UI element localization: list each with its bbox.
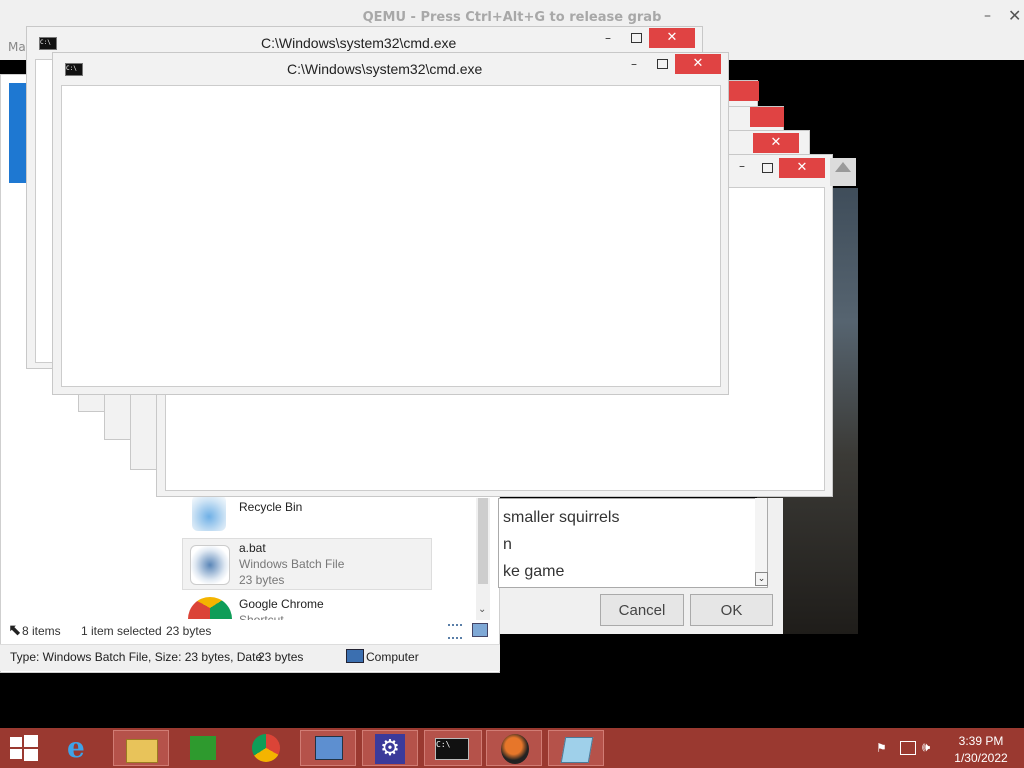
taskbar-chrome[interactable] (238, 730, 294, 766)
maximize-button[interactable] (657, 59, 668, 69)
close-button[interactable]: ✕ (753, 133, 799, 153)
file-type: Windows Batch File (239, 557, 345, 571)
qemu-icon (501, 734, 529, 764)
maximize-button[interactable] (762, 163, 773, 173)
taskbar-settings[interactable]: ⚙ (362, 730, 418, 766)
file-name: a.bat (239, 541, 266, 555)
cmd-icon: C:\ (65, 63, 83, 76)
notepad-icon (560, 737, 594, 763)
taskbar-cmd[interactable]: C:\ (424, 730, 482, 766)
minimize-button[interactable]: – (739, 159, 745, 173)
scroll-down-arrow-icon[interactable]: ⌄ (478, 604, 486, 615)
taskbar-internet-explorer[interactable]: e (54, 730, 110, 766)
scrollbar-thumb[interactable] (478, 498, 488, 584)
cmd-icon: C:\ (435, 738, 469, 760)
explorer-details-bar: Type: Windows Batch File, Size: 23 bytes… (0, 644, 500, 671)
system-clock[interactable]: 3:39 PM 1/30/2022 (946, 733, 1016, 767)
settings-gear-icon: ⚙ (375, 734, 405, 764)
choice-listbox[interactable]: smaller squirrels n ke game (498, 498, 768, 588)
close-button[interactable]: ✕ (675, 54, 721, 74)
close-button[interactable]: ✕ (779, 158, 825, 178)
list-item[interactable]: smaller squirrels (503, 509, 619, 527)
windows-start-icon[interactable] (10, 735, 38, 761)
taskbar-file-explorer[interactable] (113, 730, 169, 766)
recycle-bin-icon (192, 495, 226, 531)
taskbar-qemu[interactable] (486, 730, 542, 766)
selection-size: 23 bytes (166, 624, 212, 638)
ok-button[interactable]: OK (690, 594, 773, 626)
store-icon (190, 736, 216, 760)
file-google-chrome[interactable]: Google Chrome Shortcut (239, 596, 324, 620)
file-a-bat-text: a.bat Windows Batch File 23 bytes (239, 540, 344, 588)
qemu-minimize-button[interactable]: – (984, 8, 991, 24)
close-button[interactable]: ✕ (649, 28, 695, 48)
cmd-icon: C:\ (39, 37, 57, 50)
maximize-button[interactable] (631, 33, 642, 43)
network-icon[interactable] (900, 741, 916, 755)
qemu-close-button[interactable]: ✕ (1008, 6, 1021, 25)
details-location: Computer (366, 650, 419, 664)
minimize-button[interactable]: – (605, 31, 611, 45)
explorer-scrollbar[interactable]: ⌄ (476, 498, 490, 620)
chrome-icon (252, 734, 280, 762)
details-type-info: Type: Windows Batch File, Size: 23 bytes… (10, 650, 263, 664)
window-title: C:\Windows\system32\cmd.exe (261, 35, 457, 51)
taskbar-store[interactable] (176, 730, 232, 766)
clock-date: 1/30/2022 (954, 751, 1008, 765)
qemu-title-text: QEMU - Press Ctrl+Alt+G to release grab (362, 10, 662, 25)
close-button[interactable] (750, 107, 784, 127)
internet-explorer-icon: e (67, 731, 85, 764)
explorer-status-bar: ⬉ 8 items 1 item selected 23 bytes (8, 622, 488, 642)
volume-icon[interactable]: 🕪 (922, 740, 930, 755)
file-explorer-icon (126, 739, 158, 763)
taskbar-notepad[interactable] (548, 730, 604, 766)
file-name: Recycle Bin (239, 500, 303, 514)
cancel-button[interactable]: Cancel (600, 594, 684, 626)
mouse-cursor-icon: ⬉ (8, 622, 22, 639)
minimize-button[interactable]: – (631, 57, 637, 71)
details-view-icon[interactable] (448, 624, 462, 639)
clock-time: 3:39 PM (958, 734, 1004, 748)
window-title: C:\Windows\system32\cmd.exe (287, 61, 483, 77)
selection-count: 1 item selected (81, 624, 162, 638)
vertical-scrollbar[interactable] (830, 158, 856, 186)
cmd-window-1: C:\ C:\Windows\system32\cmd.exe – ✕ (52, 52, 729, 395)
taskbar-remote-desktop[interactable] (300, 730, 356, 766)
file-name: Google Chrome (239, 597, 324, 611)
remote-desktop-icon (315, 736, 343, 760)
scroll-down-arrow-icon[interactable]: ⌄ (755, 572, 768, 586)
list-item[interactable]: ke game (503, 563, 564, 581)
file-type: Shortcut (239, 613, 284, 620)
file-size: 23 bytes (239, 573, 285, 587)
item-count: 8 items (22, 624, 61, 638)
list-item[interactable]: n (503, 536, 512, 554)
action-center-flag-icon[interactable]: ⚑ (876, 742, 888, 754)
details-size: 23 bytes (258, 650, 304, 664)
batch-file-gears-icon (190, 545, 230, 585)
large-icons-view-icon[interactable] (472, 623, 488, 637)
listbox-scrollbar[interactable]: ⌄ (755, 498, 768, 586)
file-recycle-bin[interactable]: Recycle Bin (239, 500, 302, 514)
scroll-up-arrow-icon[interactable] (835, 162, 851, 172)
console-area[interactable] (61, 85, 721, 387)
computer-icon (346, 649, 364, 663)
qemu-menu-machine[interactable]: Ma (8, 40, 26, 54)
